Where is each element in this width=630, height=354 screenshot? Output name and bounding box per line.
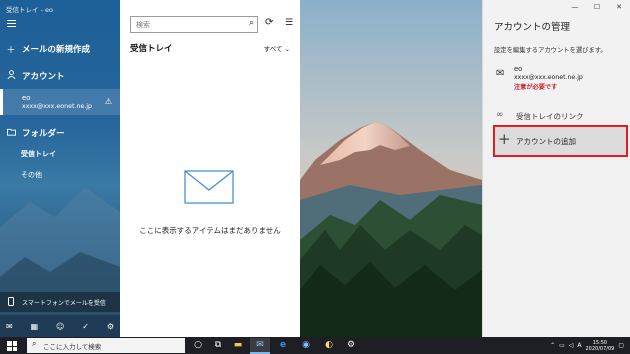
mail-icon: ✉ — [496, 68, 505, 79]
warning-icon: ⚠ — [104, 97, 112, 106]
windows-start-icon[interactable] — [7, 341, 17, 351]
taskbar-search-placeholder: ここに入力して検索 — [43, 343, 102, 351]
account-name: eo — [22, 94, 31, 102]
account-email: xxxx@xxx.eonet.ne.jp — [514, 74, 583, 81]
hamburger-icon[interactable] — [7, 20, 16, 29]
panel-title: アカウントの管理 — [494, 22, 571, 33]
sidebar-item-other[interactable]: その他 — [21, 170, 42, 180]
link-icon: ∞ — [496, 110, 504, 120]
people-icon[interactable]: ☺ — [56, 322, 64, 331]
phone-promo-button[interactable]: スマートフォンでメールを受信 — [0, 292, 120, 312]
message-list-pane: 検索 ⌕ ⟳ ☰ 受信トレイ すべて ⌄ ここに表示するアイテムはまだありません — [120, 0, 300, 337]
account-email: xxxx@xxx.eonet.ne.jp — [22, 103, 93, 110]
reading-pane-background — [300, 0, 482, 337]
phone-icon — [0, 296, 22, 308]
taskbar-search-input[interactable]: ⌕ ここに入力して検索 — [27, 338, 185, 353]
folder-heading: 受信トレイ — [130, 44, 173, 54]
account-warning: 注意が必要です — [514, 84, 558, 91]
search-icon: ⌕ — [32, 339, 37, 348]
manage-accounts-panel: — ☐ ✕ アカウントの管理 設定を編集するアカウントを選びます。 ✉ eo x… — [482, 0, 630, 337]
search-icon[interactable]: ⌕ — [249, 18, 254, 28]
mail-app-icon[interactable]: ✉ — [250, 338, 270, 354]
navigation-pane: 受信トレイ - eo ＋ メールの新規作成 アカウント eo xxxx@xxx.… — [0, 0, 120, 337]
edge-icon[interactable]: e — [273, 338, 293, 354]
folders-label: フォルダー — [22, 129, 65, 139]
network-icon[interactable]: ▭ — [559, 342, 565, 349]
window-title: 受信トレイ - eo — [6, 6, 53, 14]
envelope-icon — [184, 170, 234, 204]
accounts-label: アカウント — [22, 72, 65, 82]
task-view-icon[interactable]: ⧉ — [208, 338, 228, 354]
mountain-landscape-image — [300, 0, 482, 337]
photos-icon[interactable]: ◐ — [319, 338, 339, 354]
panel-subtitle: 設定を編集するアカウントを選びます。 — [494, 47, 607, 54]
filter-label: すべて — [263, 45, 283, 53]
app-switcher-bar: ✉ ▦ ☺ ✓ ⚙ — [0, 315, 120, 337]
store-icon[interactable]: ◉ — [296, 338, 316, 354]
clock[interactable]: 15:50 2020/07/09 — [586, 340, 615, 352]
filter-icon[interactable]: ☰ — [285, 18, 293, 28]
empty-message: ここに表示するアイテムはまだありません — [139, 226, 281, 235]
clock-date: 2020/07/09 — [585, 345, 615, 352]
new-mail-label: メールの新規作成 — [22, 45, 91, 55]
account-name: eo — [514, 65, 523, 73]
folders-header[interactable]: フォルダー — [0, 126, 120, 140]
person-icon — [0, 70, 22, 82]
maximize-button[interactable]: ☐ — [586, 0, 608, 14]
calendar-icon[interactable]: ▦ — [31, 322, 39, 331]
chevron-down-icon: ⌄ — [284, 45, 290, 53]
folder-icon — [0, 128, 22, 139]
settings-gear-icon[interactable]: ⚙ — [341, 338, 361, 354]
checkmark-icon[interactable]: ✓ — [82, 322, 89, 331]
file-explorer-icon[interactable]: ▬ — [228, 338, 248, 354]
new-mail-button[interactable]: ＋ メールの新規作成 — [0, 42, 120, 56]
plus-icon: ＋ — [6, 45, 16, 56]
minimize-button[interactable]: — — [564, 0, 586, 14]
filter-dropdown[interactable]: すべて ⌄ — [264, 43, 290, 53]
notification-icon[interactable]: ▢ — [618, 342, 624, 349]
ime-indicator[interactable]: A — [577, 342, 581, 349]
volume-icon[interactable]: ◁ — [569, 342, 574, 349]
sync-icon[interactable]: ⟳ — [265, 17, 273, 28]
window-controls: — ☐ ✕ — [564, 0, 630, 14]
system-tray: ⌃ ▭ ◁ A 15:50 2020/07/09 ▢ — [550, 337, 624, 354]
phone-promo-label: スマートフォンでメールを受信 — [22, 299, 106, 307]
add-account-button[interactable]: + アカウントの追加 — [493, 125, 628, 157]
search-placeholder: 検索 — [136, 21, 150, 29]
sidebar-item-inbox[interactable]: 受信トレイ — [21, 149, 56, 159]
taskbar: ⌕ ここに入力して検索 ○ ⧉ ▬ ✉ e ◉ ◐ ⚙ ⌃ ▭ ◁ A 15:5… — [0, 337, 630, 354]
plus-icon: + — [498, 130, 511, 148]
mail-icon[interactable]: ✉ — [6, 322, 13, 331]
gear-icon[interactable]: ⚙ — [107, 322, 114, 331]
accounts-header[interactable]: アカウント — [0, 69, 120, 83]
add-account-label: アカウントの追加 — [516, 137, 576, 146]
cortana-icon[interactable]: ○ — [188, 338, 208, 354]
close-button[interactable]: ✕ — [608, 0, 630, 14]
chevron-up-icon[interactable]: ⌃ — [550, 342, 555, 349]
link-inboxes-label: 受信トレイのリンク — [516, 112, 584, 121]
sidebar-account-eo[interactable]: eo xxxx@xxx.eonet.ne.jp ⚠ — [0, 89, 120, 115]
search-input[interactable]: 検索 ⌕ — [130, 16, 258, 33]
